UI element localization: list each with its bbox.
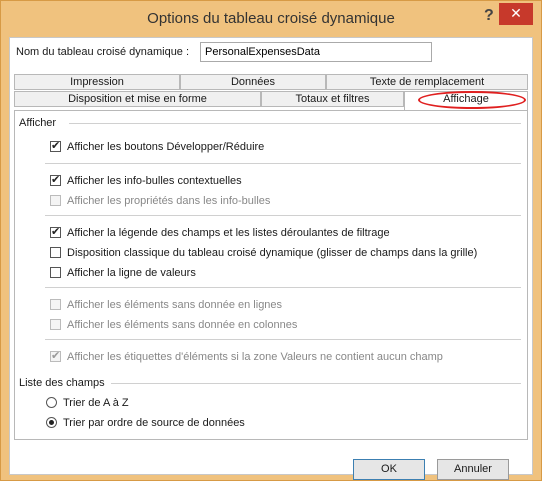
help-icon[interactable]: ? <box>484 7 494 25</box>
tab-texte-remplacement[interactable]: Texte de remplacement <box>326 74 528 90</box>
separator <box>45 215 521 216</box>
check-icon: ✔ <box>51 140 61 152</box>
name-label: Nom du tableau croisé dynamique : <box>16 46 190 58</box>
ok-button[interactable]: OK <box>353 459 425 480</box>
check-icon: ✔ <box>51 350 61 362</box>
checkbox[interactable]: ✔ <box>50 174 61 186</box>
tab-impression[interactable]: Impression <box>14 74 180 90</box>
highlight-oval <box>418 91 526 109</box>
checkbox[interactable]: ✔ <box>50 226 61 238</box>
radio-button[interactable] <box>46 397 57 408</box>
pivot-name-input[interactable] <box>200 42 432 62</box>
title-bar[interactable]: Options du tableau croisé dynamique ? ✕ <box>1 1 541 37</box>
option-label: Disposition classique du tableau croisé … <box>67 247 478 259</box>
option-label: Trier par ordre de source de données <box>63 417 245 429</box>
liste-champs-heading: Liste des champs <box>19 377 105 389</box>
checkbox[interactable] <box>50 247 61 258</box>
separator <box>111 383 521 384</box>
check-icon: ✔ <box>51 226 61 238</box>
dialog-window: Options du tableau croisé dynamique ? ✕ … <box>0 0 542 481</box>
option-label: Afficher la légende des champs et les li… <box>67 227 390 239</box>
check-icon: ✔ <box>51 174 61 186</box>
tab-totaux-filtres[interactable]: Totaux et filtres <box>261 91 404 107</box>
checkbox[interactable] <box>50 299 61 310</box>
dialog-body: Nom du tableau croisé dynamique : Impres… <box>9 37 533 480</box>
tab-disposition[interactable]: Disposition et mise en forme <box>14 91 261 107</box>
option-label: Trier de A à Z <box>63 397 129 409</box>
option-label: Afficher les boutons Développer/Réduire <box>67 141 265 153</box>
dialog-title: Options du tableau croisé dynamique <box>147 10 395 27</box>
option-label: Afficher les éléments sans donnée en col… <box>67 319 298 331</box>
option-label: Afficher les éléments sans donnée en lig… <box>67 299 283 311</box>
checkbox[interactable]: ✔ <box>50 140 61 152</box>
radio-dot-icon <box>49 420 54 425</box>
separator <box>45 339 521 340</box>
checkbox[interactable] <box>50 267 61 278</box>
tab-donnees[interactable]: Données <box>180 74 326 90</box>
checkbox[interactable]: ✔ <box>50 350 61 362</box>
checkbox[interactable] <box>50 319 61 330</box>
radio-button[interactable] <box>46 417 57 428</box>
separator <box>45 287 521 288</box>
close-icon[interactable]: ✕ <box>499 3 533 25</box>
separator <box>45 163 521 164</box>
checkbox[interactable] <box>50 195 61 206</box>
option-label: Afficher les propriétés dans les info-bu… <box>67 195 271 207</box>
afficher-heading: Afficher <box>19 117 57 129</box>
tab-panel-affichage: Afficher ✔ Afficher les boutons Développ… <box>14 110 528 440</box>
cancel-button[interactable]: Annuler <box>437 459 509 480</box>
option-label: Afficher la ligne de valeurs <box>67 267 196 279</box>
option-label: Afficher les étiquettes d'éléments si la… <box>67 351 443 363</box>
option-label: Afficher les info-bulles contextuelles <box>67 175 242 187</box>
separator <box>69 123 521 124</box>
